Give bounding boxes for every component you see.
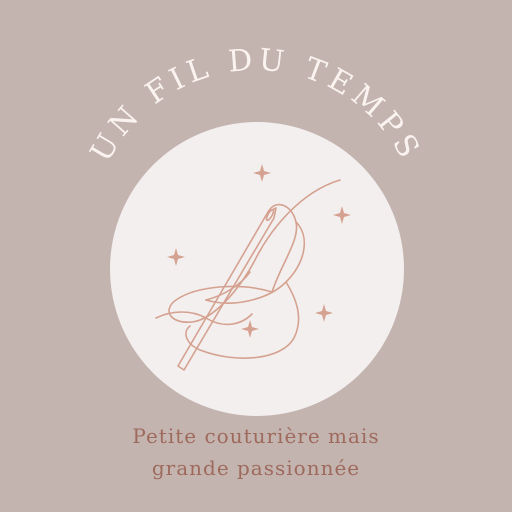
- tagline-line-1: Petite couturière mais: [132, 424, 380, 448]
- tagline-line-2: grande passionnée: [151, 456, 361, 480]
- tagline: Petite couturière mais grande passionnée: [0, 420, 512, 484]
- logo-circle: [110, 122, 404, 416]
